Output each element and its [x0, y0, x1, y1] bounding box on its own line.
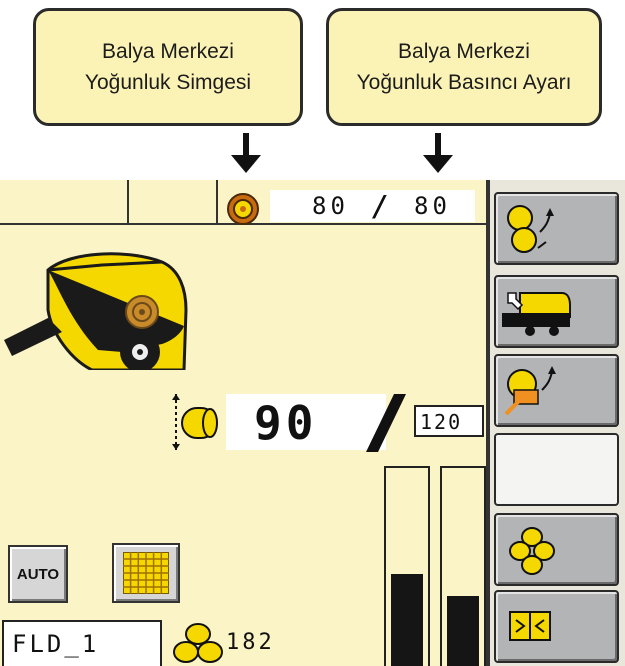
field-name: FLD_1: [12, 630, 100, 658]
callout-line: Balya Merkezi: [398, 40, 530, 63]
arrow-down-icon: [231, 133, 261, 173]
baler-icon: [4, 252, 188, 370]
auto-button[interactable]: AUTO: [8, 545, 68, 603]
callout-center-density-icon: Balya Merkezi Yoğunluk Simgesi: [33, 8, 303, 126]
density-separator: /: [372, 189, 389, 223]
level-bar-fill: [447, 596, 479, 666]
density-max-value: 120: [420, 410, 463, 434]
density-value-box: 90: [226, 394, 386, 450]
level-bar-fill: [391, 574, 423, 666]
divider: [216, 180, 218, 225]
softkey-baler-settings[interactable]: [494, 275, 619, 348]
density-current-value: 80: [312, 192, 349, 220]
density-max-field[interactable]: 120: [414, 405, 484, 437]
auto-label: AUTO: [16, 565, 60, 583]
net-layer-button[interactable]: [112, 543, 180, 603]
density-setpoint-value: 80: [414, 192, 451, 220]
softkey-manual[interactable]: [494, 590, 619, 663]
terminal-screen: 80 / 80 90 120 AUTO FLD_1 182: [0, 180, 625, 666]
divider: [127, 180, 129, 225]
arrow-down-icon: [423, 133, 453, 173]
net-wrap-icon: [504, 366, 556, 416]
field-name-box[interactable]: FLD_1: [2, 620, 162, 666]
manual-book-icon: [509, 611, 551, 641]
level-bar-left: [384, 466, 430, 666]
density-adjust-icon: [507, 205, 554, 253]
bale-count: 182: [226, 630, 275, 655]
softkey-net-wrap[interactable]: [494, 354, 619, 427]
callout-line: Yoğunluk Simgesi: [84, 71, 252, 94]
callout-line: Yoğunluk Basıncı Ayarı: [356, 71, 572, 94]
density-pressure-field[interactable]: 80 / 80: [270, 189, 475, 223]
callout-line: Balya Merkezi: [102, 40, 234, 63]
softkey-density-adjust[interactable]: [494, 192, 619, 265]
softkey-blank[interactable]: [494, 433, 619, 506]
density-value: 90: [254, 396, 318, 450]
grid-icon: [123, 552, 169, 594]
center-density-icon: [227, 193, 259, 225]
bale-stack-icon: [173, 623, 223, 663]
slash-separator: [366, 394, 406, 452]
bale-counter-icon: [509, 527, 555, 575]
baler-settings-icon: [502, 292, 571, 336]
callout-center-density-pressure: Balya Merkezi Yoğunluk Basıncı Ayarı: [326, 8, 602, 126]
level-bar-right: [440, 466, 486, 666]
bale-diameter-icon: [172, 394, 218, 450]
softkey-bale-counter[interactable]: [494, 513, 619, 586]
